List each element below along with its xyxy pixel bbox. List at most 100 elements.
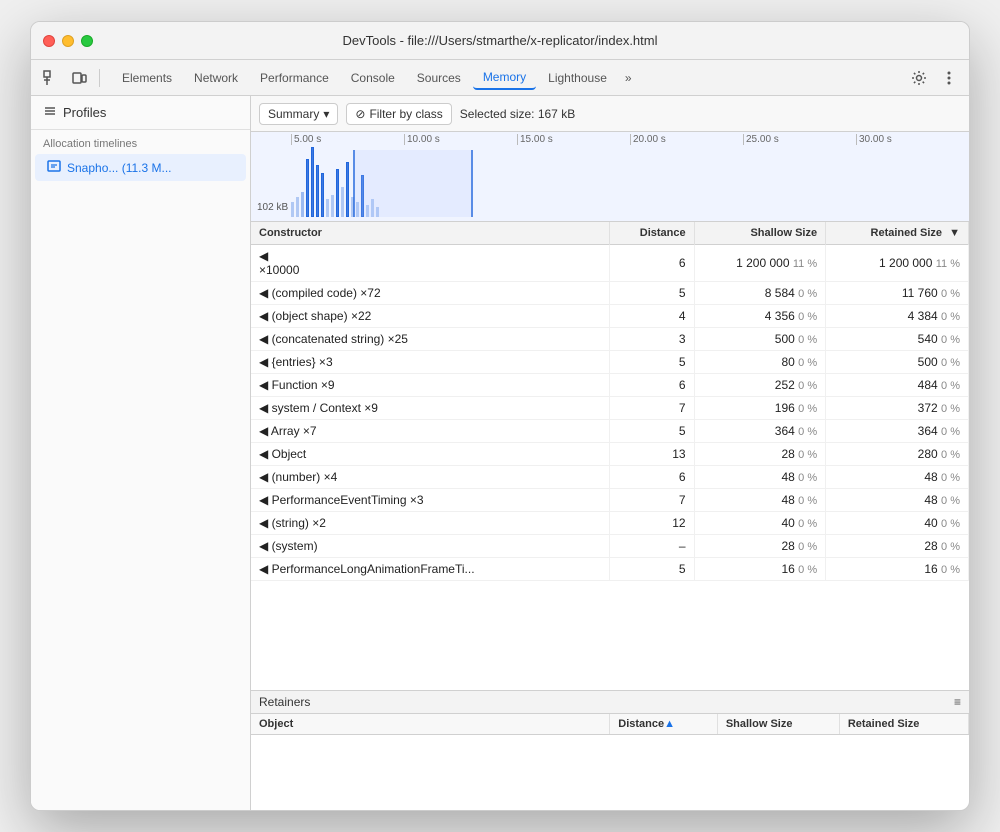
retainer-header: Retainers ≡ xyxy=(251,691,969,714)
cell-distance: 6 xyxy=(610,245,694,282)
summary-dropdown-arrow: ▾ xyxy=(323,107,329,121)
profiles-label: Profiles xyxy=(63,105,106,120)
allocation-section-label: Allocation timelines xyxy=(31,130,250,154)
rth-retained[interactable]: Retained Size xyxy=(839,714,968,735)
filter-by-class-button[interactable]: ⊘ Filter by class xyxy=(346,103,451,125)
cell-retained: 48 0 % xyxy=(826,466,969,489)
cell-retained: 1 200 000 11 % xyxy=(826,245,969,282)
minimize-button[interactable] xyxy=(62,35,74,47)
cell-distance: 13 xyxy=(610,443,694,466)
timeline-y-label: 102 kB xyxy=(257,202,288,213)
titlebar: DevTools - file:///Users/stmarthe/x-repl… xyxy=(31,22,969,60)
cell-constructor: ◀ (number) ×4 xyxy=(251,466,610,489)
th-shallow[interactable]: Shallow Size xyxy=(694,222,826,245)
tab-network[interactable]: Network xyxy=(184,67,248,89)
timeline-bar-selected xyxy=(306,159,309,217)
cell-retained: 540 0 % xyxy=(826,328,969,351)
close-button[interactable] xyxy=(43,35,55,47)
table-row[interactable]: ◀ Object 13 28 0 % 280 0 % xyxy=(251,443,969,466)
retainer-header-row: Object Distance▲ Shallow Size Retained S… xyxy=(251,714,969,735)
cell-constructor: ◀ (string) ×2 xyxy=(251,512,610,535)
cell-retained: 484 0 % xyxy=(826,374,969,397)
rth-distance[interactable]: Distance▲ xyxy=(610,714,718,735)
cell-retained: 11 760 0 % xyxy=(826,282,969,305)
timeline-bar-selected xyxy=(316,165,319,217)
profiles-icon xyxy=(43,104,57,121)
nav-toolbar: Elements Network Performance Console Sou… xyxy=(31,60,969,96)
table-row[interactable]: ◀ {entries} ×3 5 80 0 % 500 0 % xyxy=(251,351,969,374)
data-table-container[interactable]: Constructor Distance Shallow Size Retain… xyxy=(251,222,969,690)
table-row[interactable]: ◀ Function ×9 6 252 0 % 484 0 % xyxy=(251,374,969,397)
maximize-button[interactable] xyxy=(81,35,93,47)
cell-constructor: ◀ system / Context ×9 xyxy=(251,397,610,420)
filter-icon: ⊘ xyxy=(355,107,365,121)
more-options-icon[interactable] xyxy=(937,66,961,90)
table-header-row: Constructor Distance Shallow Size Retain… xyxy=(251,222,969,245)
summary-label: Summary xyxy=(268,107,319,121)
tab-overflow[interactable]: » xyxy=(619,67,638,89)
cell-shallow: 40 0 % xyxy=(694,512,826,535)
rth-shallow[interactable]: Shallow Size xyxy=(717,714,839,735)
timeline-bar xyxy=(326,199,329,217)
th-constructor[interactable]: Constructor xyxy=(251,222,610,245)
table-row[interactable]: ◀ Array ×7 5 364 0 % 364 0 % xyxy=(251,420,969,443)
cell-shallow: 4 356 0 % xyxy=(694,305,826,328)
toolbar-separator-1 xyxy=(99,69,100,87)
content-toolbar: Summary ▾ ⊘ Filter by class Selected siz… xyxy=(251,96,969,132)
tab-performance[interactable]: Performance xyxy=(250,67,339,89)
th-retained[interactable]: Retained Size ▼ xyxy=(826,222,969,245)
table-row[interactable]: ◀ ×10000 6 1 200 000 11 % 1 200 000 11 % xyxy=(251,245,969,282)
timeline-bar xyxy=(301,192,304,217)
cell-shallow: 8 584 0 % xyxy=(694,282,826,305)
cell-distance: 3 xyxy=(610,328,694,351)
retainer-menu-icon[interactable]: ≡ xyxy=(954,695,961,709)
cell-constructor: ◀ PerformanceLongAnimationFrameTi... xyxy=(251,558,610,581)
timeline-area[interactable]: 5.00 s 10.00 s 15.00 s 20.00 s 25.00 s 3… xyxy=(251,132,969,222)
table-row[interactable]: ◀ (system) – 28 0 % 28 0 % xyxy=(251,535,969,558)
cell-shallow: 364 0 % xyxy=(694,420,826,443)
table-row[interactable]: ◀ (number) ×4 6 48 0 % 48 0 % xyxy=(251,466,969,489)
timeline-bar-selected xyxy=(346,162,349,217)
cell-shallow: 196 0 % xyxy=(694,397,826,420)
snapshot-item[interactable]: Snapho... (11.3 M... xyxy=(35,154,246,181)
table-row[interactable]: ◀ (object shape) ×22 4 4 356 0 % 4 384 0… xyxy=(251,305,969,328)
cell-constructor: ◀ (concatenated string) ×25 xyxy=(251,328,610,351)
nav-tabs: Elements Network Performance Console Sou… xyxy=(108,66,903,90)
th-distance[interactable]: Distance xyxy=(610,222,694,245)
retainer-row-empty xyxy=(251,735,969,795)
timeline-bar-selected xyxy=(311,147,314,217)
main-content: Profiles Allocation timelines Snapho... … xyxy=(31,96,969,810)
timeline-bar xyxy=(331,195,334,217)
inspect-element-icon[interactable] xyxy=(39,66,63,90)
selected-size-label: Selected size: 167 kB xyxy=(460,107,575,121)
table-row[interactable]: ◀ system / Context ×9 7 196 0 % 372 0 % xyxy=(251,397,969,420)
retainer-header-label: Retainers xyxy=(259,695,310,709)
table-row[interactable]: ◀ PerformanceLongAnimationFrameTi... 5 1… xyxy=(251,558,969,581)
table-row[interactable]: ◀ PerformanceEventTiming ×3 7 48 0 % 48 … xyxy=(251,489,969,512)
cell-distance: 5 xyxy=(610,282,694,305)
tab-memory[interactable]: Memory xyxy=(473,66,536,90)
filter-label: Filter by class xyxy=(369,107,442,121)
tab-lighthouse[interactable]: Lighthouse xyxy=(538,67,617,89)
cell-shallow: 252 0 % xyxy=(694,374,826,397)
cell-constructor: ◀ (object shape) ×22 xyxy=(251,305,610,328)
cell-shallow: 500 0 % xyxy=(694,328,826,351)
summary-button[interactable]: Summary ▾ xyxy=(259,103,338,125)
table-row[interactable]: ◀ (compiled code) ×72 5 8 584 0 % 11 760… xyxy=(251,282,969,305)
cell-constructor: ◀ (system) xyxy=(251,535,610,558)
tab-sources[interactable]: Sources xyxy=(407,67,471,89)
snapshot-label: Snapho... (11.3 M... xyxy=(67,161,172,175)
cell-retained: 280 0 % xyxy=(826,443,969,466)
tab-elements[interactable]: Elements xyxy=(112,67,182,89)
table-row[interactable]: ◀ (string) ×2 12 40 0 % 40 0 % xyxy=(251,512,969,535)
tab-console[interactable]: Console xyxy=(341,67,405,89)
cell-retained: 372 0 % xyxy=(826,397,969,420)
settings-icon[interactable] xyxy=(907,66,931,90)
devtools-window: DevTools - file:///Users/stmarthe/x-repl… xyxy=(30,21,970,811)
sidebar-header: Profiles xyxy=(31,96,250,130)
sort-desc-icon: ▼ xyxy=(949,227,960,239)
timeline-selection xyxy=(353,150,473,217)
device-toolbar-icon[interactable] xyxy=(67,66,91,90)
rth-object[interactable]: Object xyxy=(251,714,610,735)
table-row[interactable]: ◀ (concatenated string) ×25 3 500 0 % 54… xyxy=(251,328,969,351)
